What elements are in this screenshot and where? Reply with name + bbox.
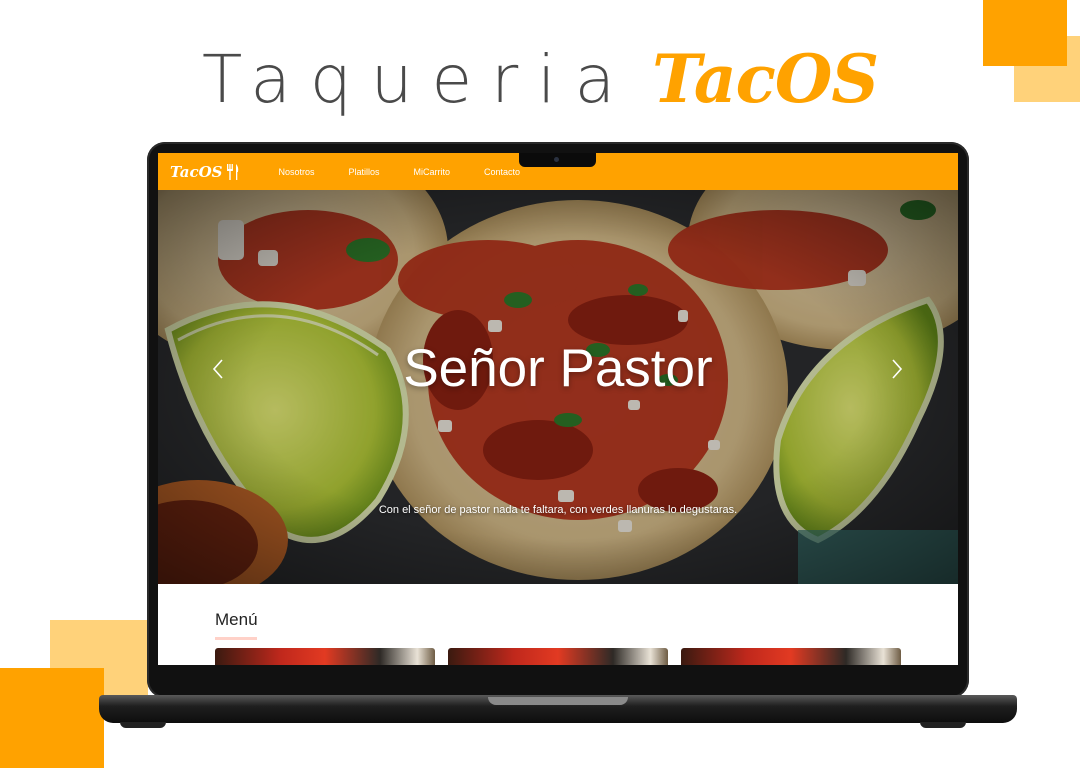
- menu-section: Menú: [158, 584, 958, 665]
- laptop-base-groove: [488, 697, 628, 705]
- laptop-foot-left: [120, 722, 166, 728]
- decor-square-bottom-left: [0, 668, 104, 768]
- fork-knife-icon: [227, 163, 239, 180]
- chevron-left-icon: [212, 359, 223, 379]
- hero-carousel: Señor Pastor Con el señor de pastor nada…: [158, 190, 958, 584]
- laptop-foot-right: [920, 722, 966, 728]
- hero-title: Señor Pastor: [403, 339, 713, 398]
- site-logo-text: TacOS: [170, 162, 223, 181]
- site-logo[interactable]: TacOS: [170, 163, 240, 181]
- menu-title: Menú: [215, 610, 258, 629]
- laptop-screen: TacOS Nosotros Platillos MiCarrito Conta…: [158, 153, 958, 665]
- menu-card[interactable]: [215, 648, 435, 665]
- menu-card[interactable]: [448, 648, 668, 665]
- nav-links: Nosotros Platillos MiCarrito Contacto: [278, 167, 554, 177]
- carousel-next-button[interactable]: [885, 358, 909, 382]
- carousel-prev-button[interactable]: [206, 358, 230, 382]
- nav-link-contacto[interactable]: Contacto: [484, 167, 520, 177]
- menu-card[interactable]: [681, 648, 901, 665]
- nav-link-platillos[interactable]: Platillos: [349, 167, 380, 177]
- promo-headline: Taqueria TacOS: [0, 34, 1080, 124]
- nav-link-micarrito[interactable]: MiCarrito: [414, 167, 451, 177]
- chevron-right-icon: [892, 359, 903, 379]
- headline-word: Taqueria: [202, 40, 635, 118]
- nav-link-nosotros[interactable]: Nosotros: [278, 167, 314, 177]
- hero-caption: Con el señor de pastor nada te faltara, …: [378, 504, 738, 516]
- menu-title-underline: [215, 637, 257, 640]
- camera-notch: [519, 153, 596, 167]
- headline-brand: TacOS: [652, 40, 879, 118]
